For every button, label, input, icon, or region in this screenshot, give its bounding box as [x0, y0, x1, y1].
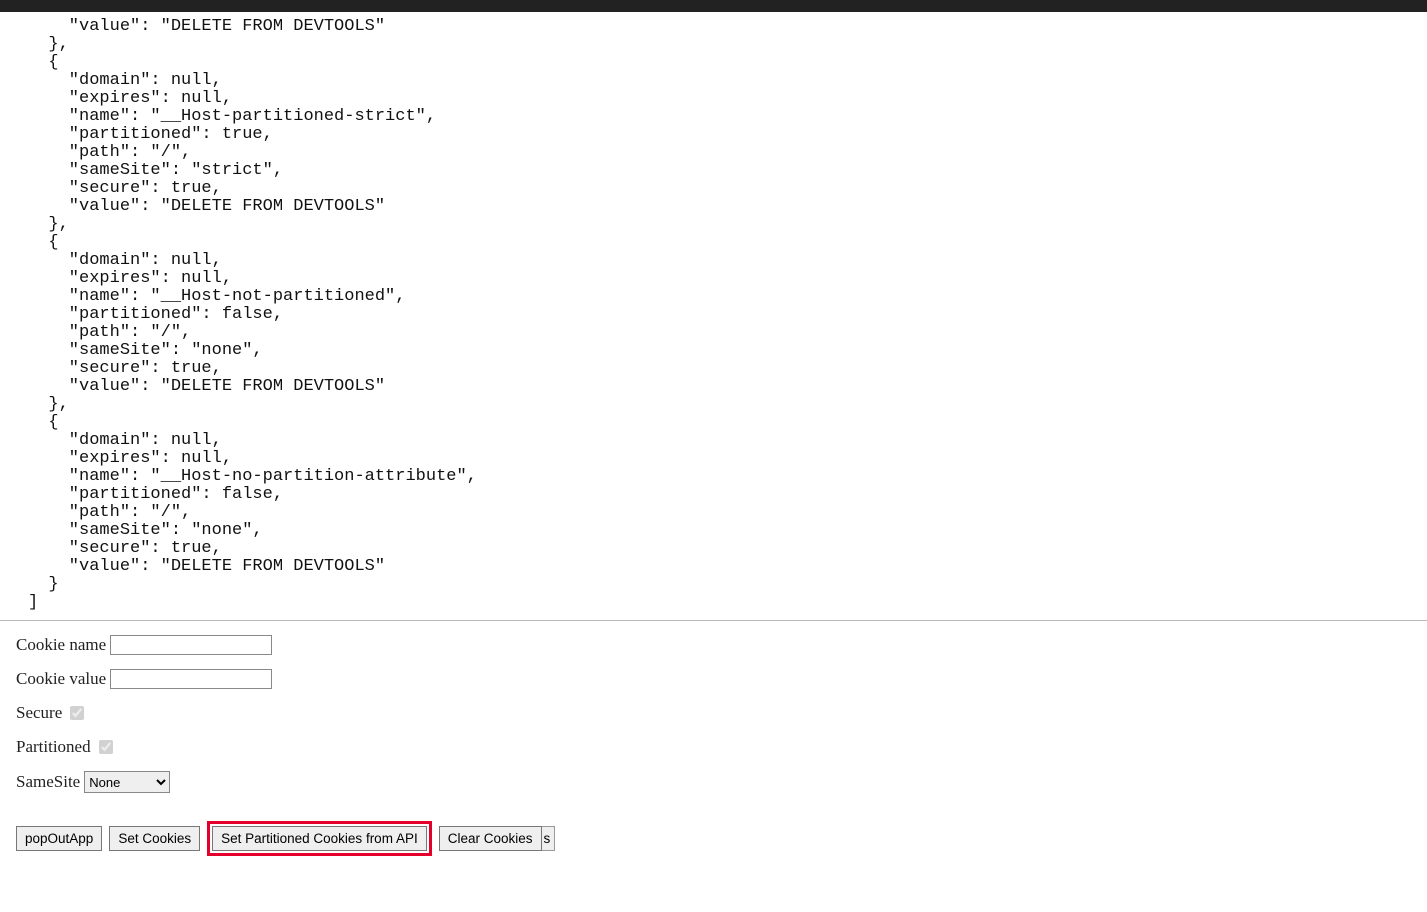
partitioned-label: Partitioned — [16, 737, 91, 757]
highlighted-button-box: Set Partitioned Cookies from API — [207, 821, 432, 856]
secure-checkbox[interactable] — [70, 706, 84, 720]
set-cookies-button[interactable]: Set Cookies — [109, 826, 200, 851]
cookie-form: Cookie name Cookie value Secure Partitio… — [0, 621, 1427, 821]
browser-top-bar — [0, 0, 1427, 12]
cookie-value-row: Cookie value — [16, 669, 1411, 689]
secure-row: Secure — [16, 703, 1411, 723]
popout-app-button[interactable]: popOutApp — [16, 826, 102, 851]
samesite-select[interactable]: NoneLaxStrict — [84, 771, 170, 793]
samesite-row: SameSite NoneLaxStrict — [16, 771, 1411, 793]
cookie-value-label: Cookie value — [16, 669, 106, 689]
set-partitioned-cookies-button[interactable]: Set Partitioned Cookies from API — [212, 826, 427, 851]
cookie-value-input[interactable] — [110, 669, 272, 689]
secure-label: Secure — [16, 703, 62, 723]
clear-cookies-button[interactable]: Clear Cookies — [439, 826, 542, 851]
cookie-name-input[interactable] — [110, 635, 272, 655]
partitioned-checkbox[interactable] — [99, 740, 113, 754]
samesite-label: SameSite — [16, 772, 80, 792]
trailing-fragment: s — [542, 826, 556, 851]
cookie-name-row: Cookie name — [16, 635, 1411, 655]
json-output: "value": "DELETE FROM DEVTOOLS" }, { "do… — [0, 12, 1427, 620]
partitioned-row: Partitioned — [16, 737, 1411, 757]
page-content: "value": "DELETE FROM DEVTOOLS" }, { "do… — [0, 12, 1427, 870]
cookie-name-label: Cookie name — [16, 635, 106, 655]
button-row: popOutApp Set Cookies Set Partitioned Co… — [0, 821, 1427, 870]
